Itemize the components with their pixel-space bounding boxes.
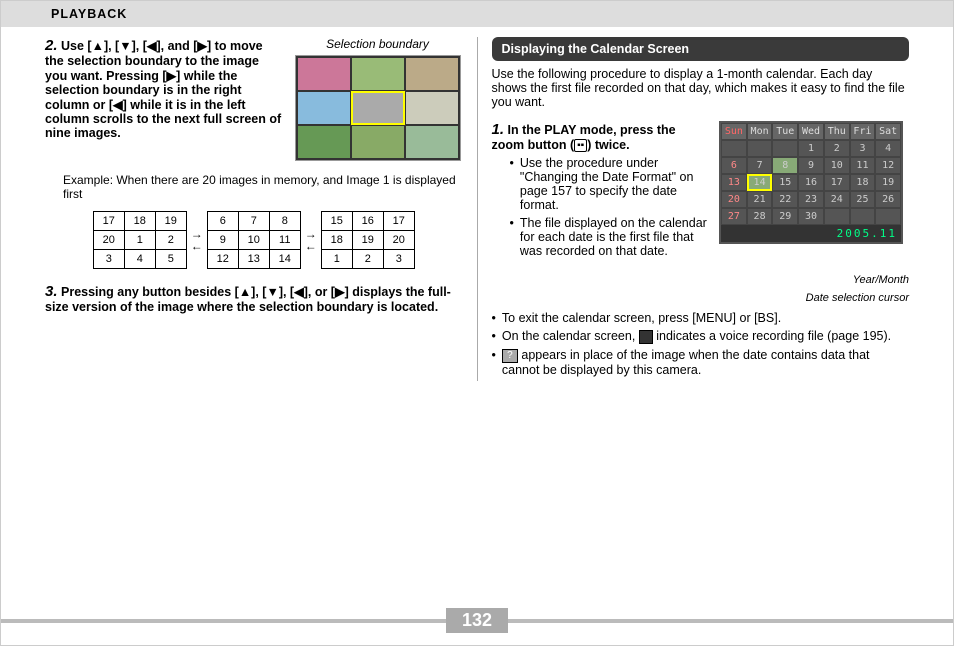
thumbnail <box>352 126 404 158</box>
thumbnail <box>352 58 404 90</box>
footer: 132 <box>1 608 953 633</box>
thumbnail-selected <box>352 92 404 124</box>
page-number: 132 <box>446 608 508 633</box>
content: 2. Use [▲], [▼], [◀], and [▶] to move th… <box>1 27 953 381</box>
bullet-text: To exit the calendar screen, press [MENU… <box>502 311 781 325</box>
zoom-icon: ▪▪ <box>574 139 587 152</box>
bullet: •? appears in place of the image when th… <box>492 348 910 377</box>
arrow-icon: →← <box>191 228 203 252</box>
calendar-screen: SunMonTueWedThuFriSat 123467891011121314… <box>719 121 903 244</box>
thumbnail <box>406 58 458 90</box>
thumbnail <box>406 126 458 158</box>
step-2-number: 2. <box>45 37 58 54</box>
step-1-text-b: ) twice. <box>587 138 629 152</box>
step-1-number: 1. <box>492 121 505 138</box>
section-title: PLAYBACK <box>51 7 127 21</box>
left-column: 2. Use [▲], [▼], [◀], and [▶] to move th… <box>31 37 478 381</box>
arrow-icon: →← <box>305 228 317 252</box>
flow-tables: 1718192012345 →← 67891011121314 →← 15161… <box>45 211 463 269</box>
footer-line <box>508 619 953 623</box>
thumbnail <box>406 92 458 124</box>
year-month-label: Year/Month <box>719 272 909 290</box>
intro-text: Use the following procedure to display a… <box>492 67 910 109</box>
bullet-text: appears in place of the image when the d… <box>502 348 870 377</box>
bullet-text: Use the procedure under "Changing the Da… <box>520 156 709 212</box>
date-cursor-label: Date selection cursor <box>719 290 909 308</box>
step-1: 1. In the PLAY mode, press the zoom butt… <box>492 121 710 152</box>
flow-table-1: 1718192012345 <box>93 211 187 269</box>
step-3: 3. Pressing any button besides [▲], [▼],… <box>45 283 463 314</box>
calendar-year-month: 2005.11 <box>721 225 901 242</box>
right-column: Displaying the Calendar Screen Use the f… <box>478 37 924 381</box>
thumbnail <box>298 58 350 90</box>
mic-icon <box>639 330 653 344</box>
bullet: •Use the procedure under "Changing the D… <box>510 156 710 212</box>
thumbnail <box>298 92 350 124</box>
header-bar: PLAYBACK <box>1 1 953 27</box>
page: PLAYBACK 2. Use [▲], [▼], [◀], and [▶] t… <box>0 0 954 646</box>
section-heading: Displaying the Calendar Screen <box>492 37 910 61</box>
step-3-text: Pressing any button besides [▲], [▼], [◀… <box>45 285 451 314</box>
flow-table-2: 67891011121314 <box>207 211 301 269</box>
bullet: •On the calendar screen, indicates a voi… <box>492 329 910 344</box>
bullet-text: indicates a voice recording file (page 1… <box>653 329 891 343</box>
footer-line <box>1 619 446 623</box>
step-2: 2. Use [▲], [▼], [◀], and [▶] to move th… <box>45 37 463 169</box>
bullet: •The file displayed on the calendar for … <box>510 216 710 258</box>
thumbnail-caption: Selection boundary <box>293 37 463 51</box>
bullet-text: The file displayed on the calendar for e… <box>520 216 709 258</box>
bullet: •To exit the calendar screen, press [MEN… <box>492 311 910 325</box>
step-3-number: 3. <box>45 283 58 300</box>
example-text: Example: When there are 20 images in mem… <box>63 173 463 201</box>
calendar-labels: Year/Month Date selection cursor <box>719 272 909 307</box>
step-2-text: Use [▲], [▼], [◀], and [▶] to move the s… <box>45 39 281 140</box>
thumbnail-grid <box>295 55 461 161</box>
question-icon: ? <box>502 349 518 363</box>
bullet-text: On the calendar screen, <box>502 329 639 343</box>
flow-table-3: 151617181920123 <box>321 211 415 269</box>
thumbnail <box>298 126 350 158</box>
